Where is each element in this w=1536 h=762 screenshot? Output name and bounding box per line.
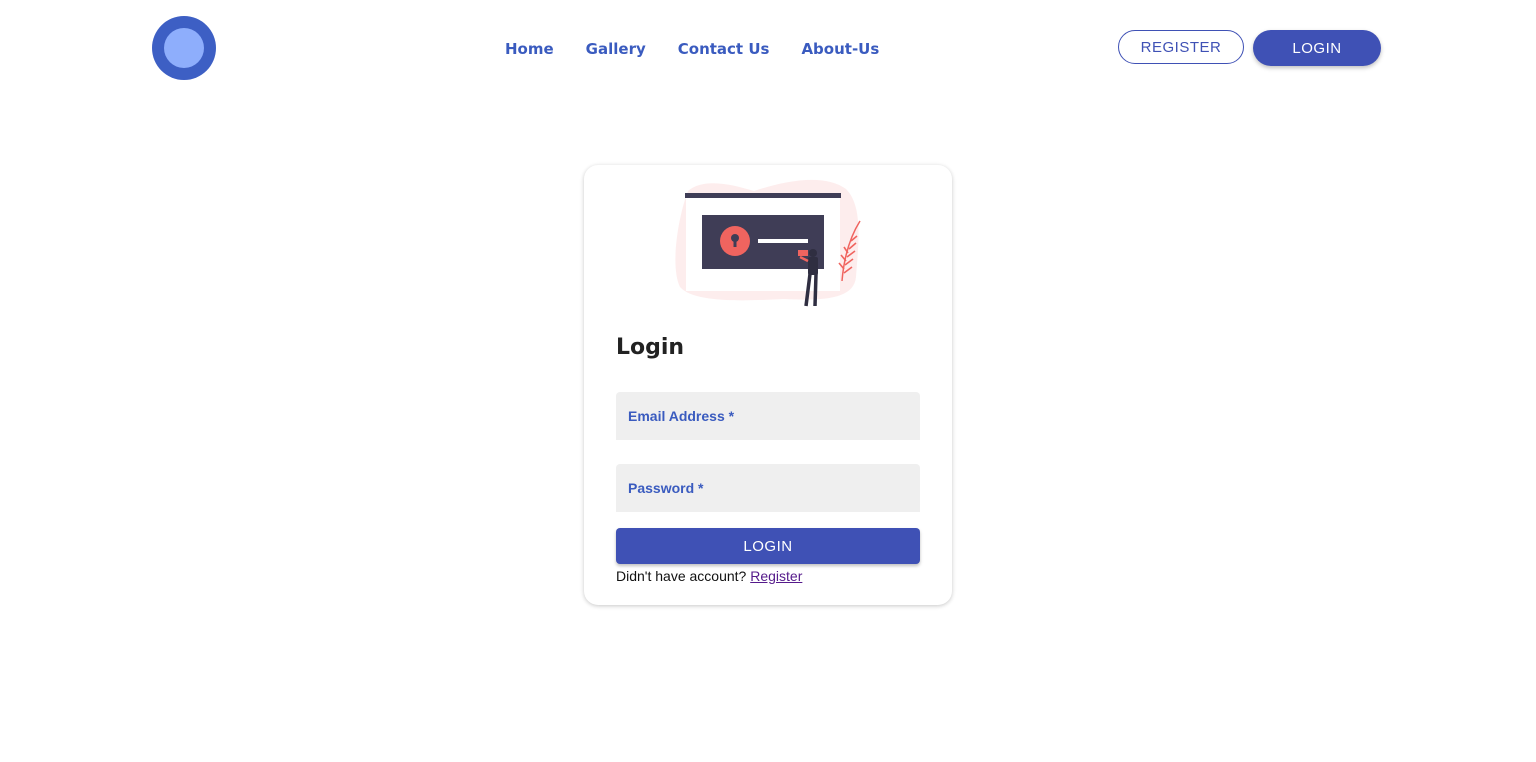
- login-illustration: [675, 179, 861, 307]
- login-title: Login: [616, 335, 685, 360]
- nav-links: Home Gallery Contact Us About-Us: [489, 38, 895, 60]
- login-card: Login Email Address * Password * LOGIN D…: [584, 165, 952, 605]
- password-field[interactable]: Password *: [616, 464, 920, 512]
- logo-inner-circle: [164, 28, 204, 68]
- password-field-label: Password *: [628, 480, 704, 496]
- register-button[interactable]: REGISTER: [1118, 30, 1244, 64]
- login-submit-button[interactable]: LOGIN: [616, 528, 920, 564]
- register-prompt-text: Didn't have account?: [616, 568, 747, 584]
- nav-link-about-us[interactable]: About-Us: [785, 38, 895, 60]
- email-field[interactable]: Email Address *: [616, 392, 920, 440]
- register-prompt: Didn't have account? Register: [616, 568, 802, 584]
- logo[interactable]: [152, 16, 216, 80]
- nav-link-home[interactable]: Home: [489, 38, 570, 60]
- navbar: Home Gallery Contact Us About-Us REGISTE…: [0, 0, 1536, 96]
- email-field-label: Email Address *: [628, 408, 735, 424]
- register-link[interactable]: Register: [750, 568, 802, 584]
- nav-link-contact-us[interactable]: Contact Us: [662, 38, 786, 60]
- nav-link-gallery[interactable]: Gallery: [570, 38, 662, 60]
- login-button[interactable]: LOGIN: [1253, 30, 1381, 66]
